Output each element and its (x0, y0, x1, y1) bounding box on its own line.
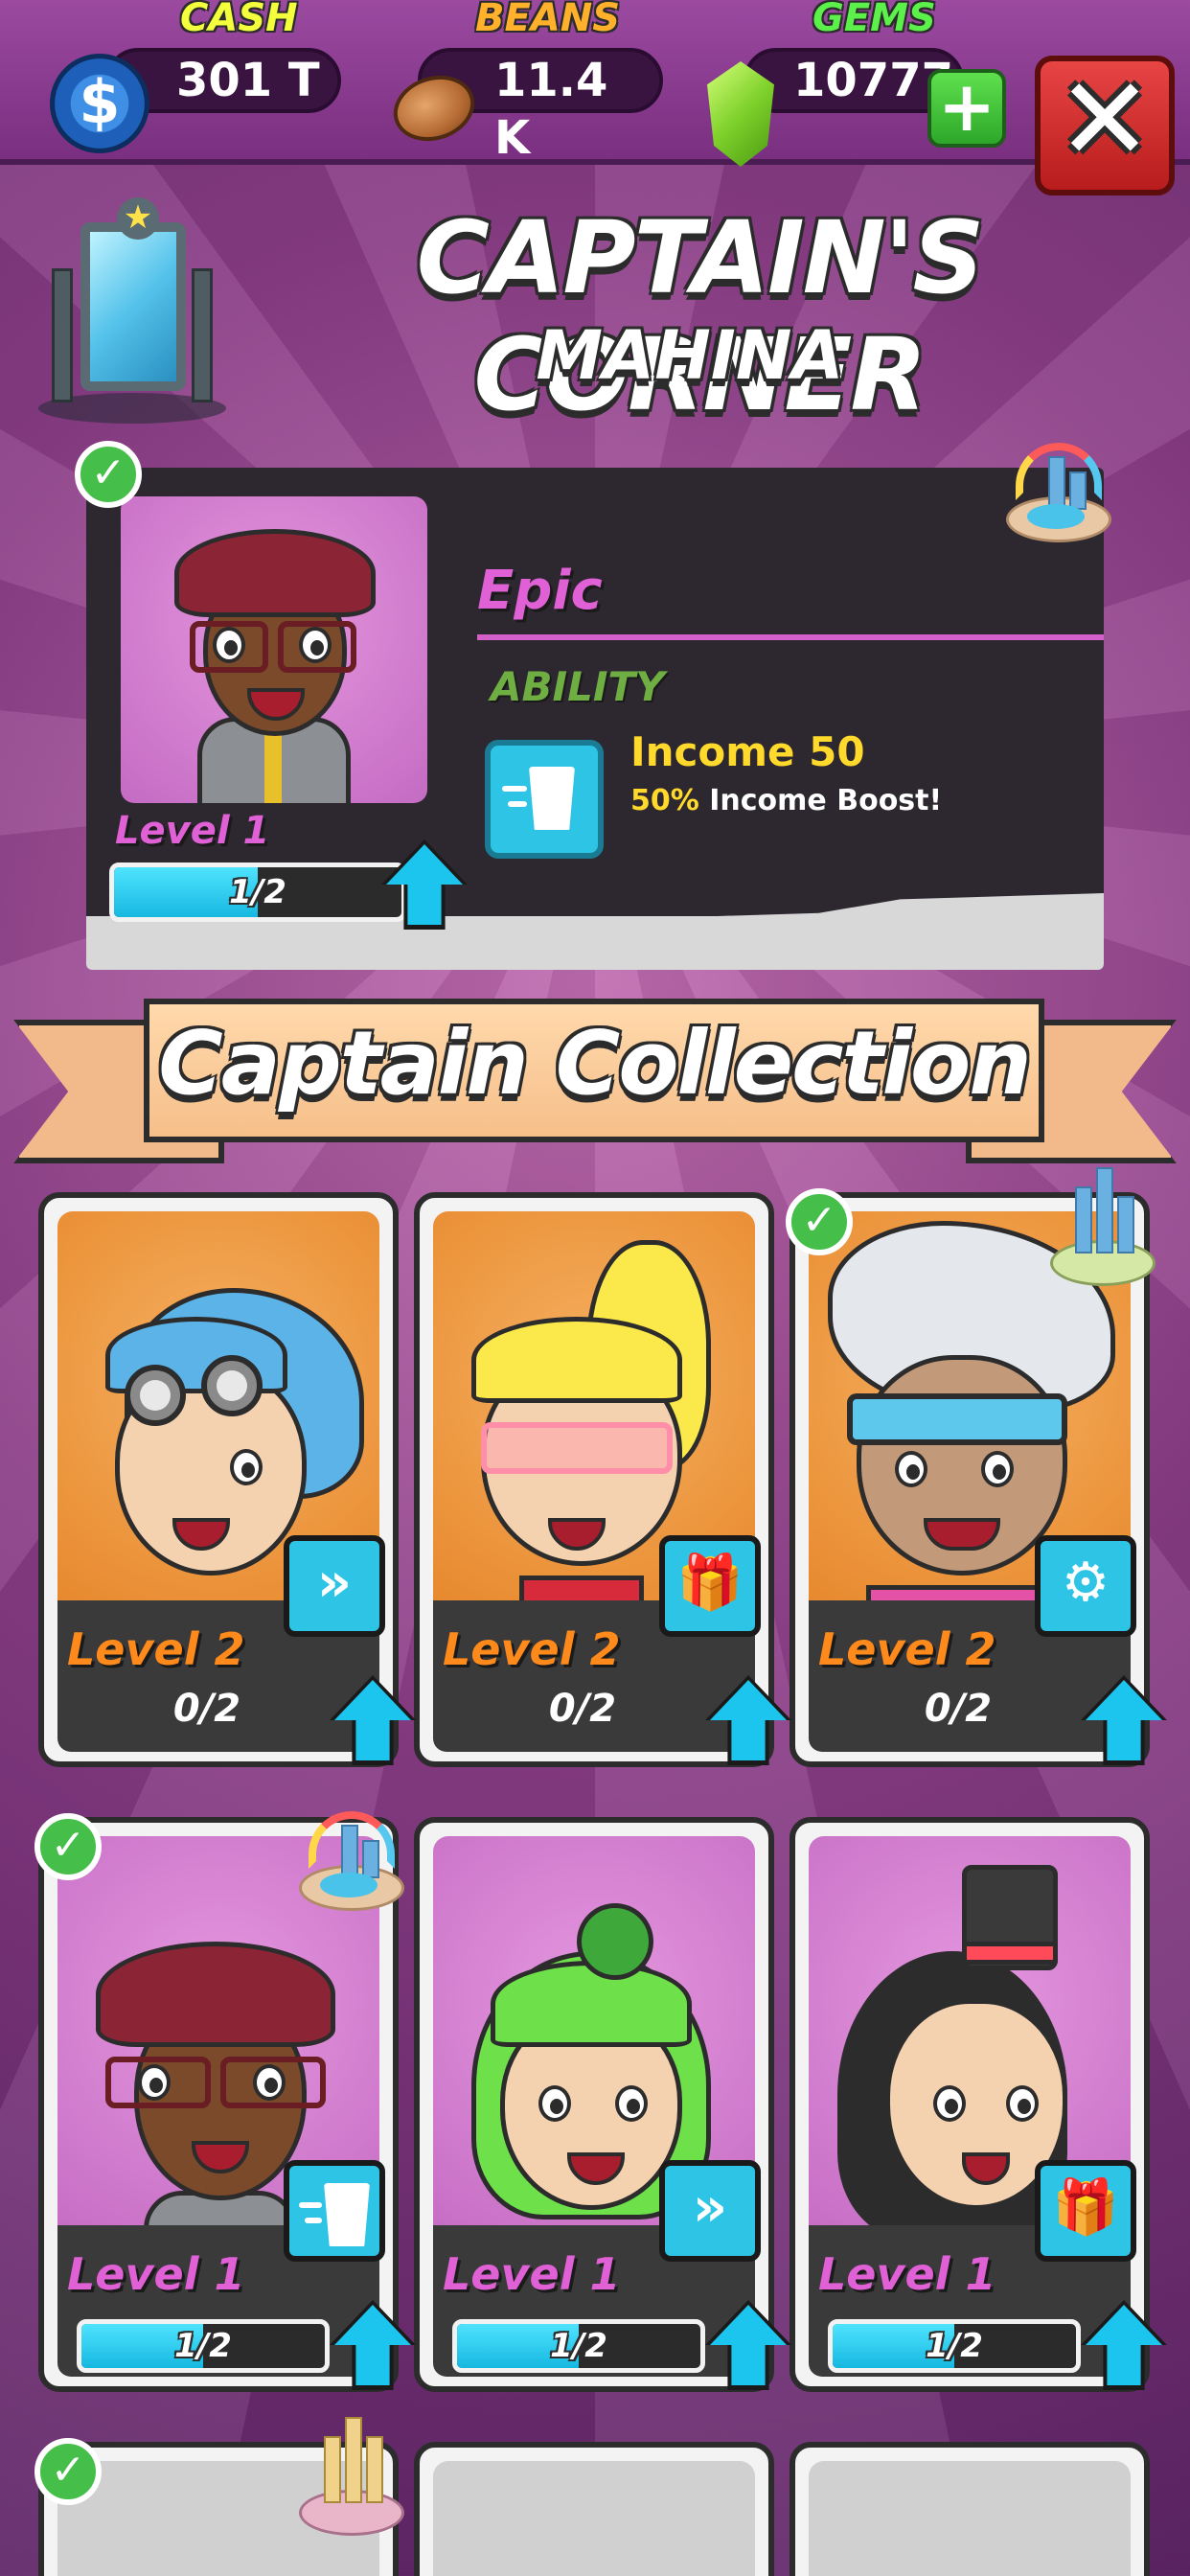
add-gems-button[interactable]: + (927, 69, 1006, 148)
cash-label: CASH (180, 0, 298, 40)
card-progress-text: 1/2 (926, 2327, 983, 2365)
dollar-coin-icon: $ (50, 54, 149, 153)
captain-card[interactable]: » Level 1 1/2 (414, 1817, 774, 2392)
card-progress-text: 1/2 (550, 2327, 607, 2365)
robot-arm-icon: ⚙ (1035, 1535, 1136, 1637)
page-subtitle: MAHINA (536, 316, 844, 395)
resort-island-icon (1002, 441, 1115, 546)
gems-label: GEMS (812, 0, 936, 40)
card-progress-text: 1/2 (174, 2327, 232, 2365)
card-progress-text: 0/2 (172, 1687, 241, 1731)
beans-label: BEANS (475, 0, 621, 40)
captain-art (809, 2461, 1131, 2576)
card-level: Level 2 (67, 1623, 245, 1675)
rarity-divider (477, 634, 1104, 640)
collection-title: Captain Collection (158, 1012, 1032, 1115)
rarity-label: Epic (477, 560, 603, 622)
resort-island-icon (295, 1809, 408, 1915)
captain-card[interactable]: » Level 2 0/2 (38, 1192, 399, 1767)
close-button[interactable]: ✕ (1035, 56, 1175, 196)
ability-desc-text: Income Boost! (698, 784, 943, 817)
card-level: Level 1 (67, 2248, 245, 2300)
card-progress-text: 0/2 (924, 1687, 993, 1731)
ability-description: 50% Income Boost! (630, 784, 942, 817)
selected-check-icon: ✓ (34, 1813, 102, 1880)
captain-art (433, 2461, 755, 2576)
captain-portrait[interactable] (121, 496, 427, 803)
city-island-icon (1046, 1167, 1159, 1290)
resource-bar: CASH 301 T $ BEANS 11.4 K GEMS 10777 + (0, 0, 1190, 167)
captain-card[interactable]: 🎁 Level 1 1/2 (790, 1817, 1150, 2392)
income-cup-icon (485, 740, 604, 859)
selected-check-icon: ✓ (34, 2438, 102, 2505)
captain-card-locked[interactable] (790, 2442, 1150, 2576)
ability-title: Income 50 (630, 728, 865, 775)
featured-level: Level 1 (115, 809, 270, 853)
featured-progress-text: 1/2 (229, 873, 286, 911)
card-progress-text: 0/2 (548, 1687, 617, 1731)
selected-check-icon: ✓ (75, 441, 142, 508)
captain-card[interactable]: 🎁 Level 2 0/2 (414, 1192, 774, 1767)
featured-progress-bar: 1/2 (109, 862, 406, 922)
card-progress-bar: 1/2 (828, 2319, 1081, 2373)
gift-box-icon: 🎁 (659, 1535, 761, 1637)
selected-check-icon: ✓ (786, 1188, 853, 1255)
gift-box-icon: 🎁 (1035, 2160, 1136, 2262)
ability-label: ABILITY (491, 663, 665, 710)
captain-card-locked[interactable] (414, 2442, 774, 2576)
card-level: Level 2 (443, 1623, 621, 1675)
income-cup-icon (284, 2160, 385, 2262)
card-level: Level 2 (818, 1623, 996, 1675)
card-level: Level 1 (443, 2248, 621, 2300)
card-progress-bar: 1/2 (77, 2319, 330, 2373)
fast-forward-icon: » (284, 1535, 385, 1637)
card-level: Level 1 (818, 2248, 996, 2300)
fast-forward-icon: » (659, 2160, 761, 2262)
card-progress-bar: 1/2 (452, 2319, 705, 2373)
mirror-icon: ★ (38, 197, 226, 424)
castle-island-icon (295, 2417, 408, 2540)
featured-captain-panel: Level 1 1/2 Epic ABILITY Income 50 50% I… (86, 468, 1104, 970)
ability-percent: 50% (630, 784, 699, 817)
